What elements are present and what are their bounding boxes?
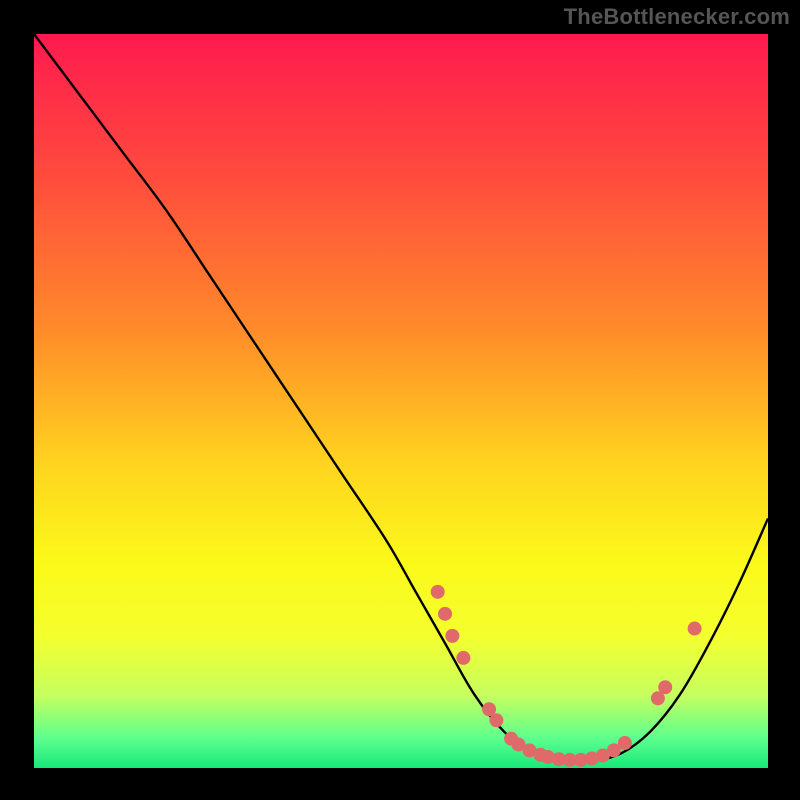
data-point — [688, 622, 702, 636]
chart-stage: { "watermark": { "text": "TheBottlenecke… — [0, 0, 800, 800]
plot-background — [34, 34, 768, 768]
data-point — [489, 713, 503, 727]
data-point — [438, 607, 452, 621]
data-point — [431, 585, 445, 599]
data-point — [658, 680, 672, 694]
data-point — [618, 736, 632, 750]
data-point — [445, 629, 459, 643]
data-point — [456, 651, 470, 665]
watermark-text: TheBottlenecker.com — [564, 4, 790, 30]
bottleneck-chart — [0, 0, 800, 800]
